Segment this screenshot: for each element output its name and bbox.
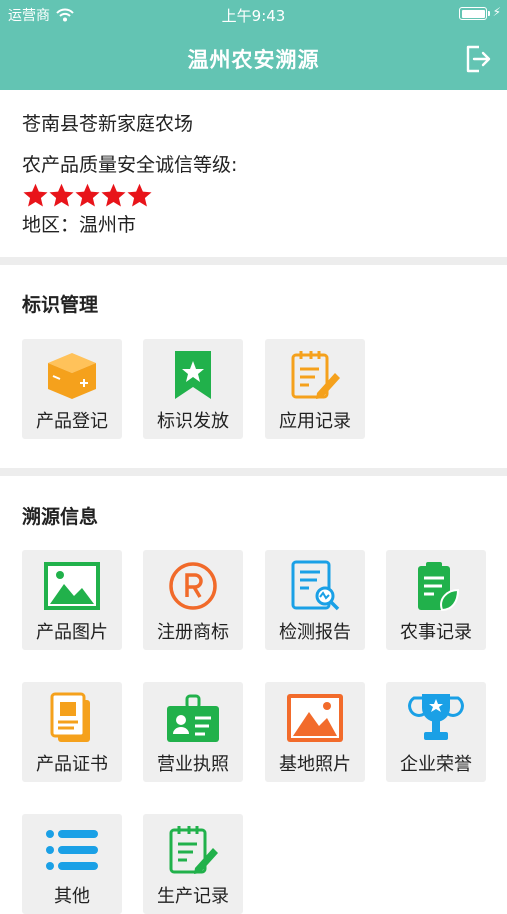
tile-label: 基地照片 [279, 754, 351, 775]
photo-icon [287, 694, 343, 742]
tile-trademark[interactable]: 注册商标 [143, 550, 243, 650]
clipboard-pen-green-icon [169, 826, 218, 874]
report-search-icon [291, 560, 340, 611]
farm-info: 苍南县苍新家庭农场 农产品质量安全诚信等级: 地区：温州市 [22, 108, 492, 241]
tile-label: 企业荣誉 [400, 754, 472, 775]
tile-label: 其他 [54, 886, 90, 907]
star-icon [75, 183, 100, 207]
tile-label: 营业执照 [157, 754, 229, 775]
tile-mark-issue[interactable]: 标识发放 [143, 339, 243, 439]
tile-label: 产品登记 [36, 411, 108, 432]
tile-product-register[interactable]: 产品登记 [22, 339, 122, 439]
picture-icon [44, 562, 100, 610]
tile-product-picture[interactable]: 产品图片 [22, 550, 122, 650]
tile-label: 注册商标 [157, 622, 229, 643]
tile-label: 应用记录 [279, 411, 351, 432]
clipboard-leaf-icon [418, 562, 460, 612]
tile-usage-record[interactable]: 应用记录 [265, 339, 365, 439]
section-divider [0, 257, 507, 265]
section-title-mark-mgmt: 标识管理 [22, 294, 99, 316]
star-icon [127, 183, 152, 207]
tile-label: 产品证书 [36, 754, 108, 775]
header-bar: 运营商 上午9:43 ⚡ 温州农安溯源 [0, 0, 507, 90]
tile-business-license[interactable]: 营业执照 [143, 682, 243, 782]
tile-other[interactable]: 其他 [22, 814, 122, 914]
status-time: 上午9:43 [221, 7, 286, 25]
tile-test-report[interactable]: 检测报告 [265, 550, 365, 650]
grade-label: 农产品质量安全诚信等级: [22, 154, 238, 176]
tile-label: 产品图片 [36, 622, 108, 643]
clipboard-pen-icon [291, 351, 340, 399]
section-divider [0, 468, 507, 476]
box-icon [48, 353, 96, 399]
rating-stars [22, 181, 492, 209]
tile-product-cert[interactable]: 产品证书 [22, 682, 122, 782]
star-icon [49, 183, 74, 207]
tile-label: 检测报告 [279, 622, 351, 643]
star-icon [23, 183, 48, 207]
farm-region: 地区：温州市 [22, 214, 137, 236]
charging-icon: ⚡ [492, 5, 501, 19]
page-title: 温州农安溯源 [187, 48, 320, 72]
tile-farm-record[interactable]: 农事记录 [386, 550, 486, 650]
bookmark-star-icon [175, 351, 211, 399]
tile-label: 标识发放 [157, 411, 229, 432]
logout-icon[interactable] [463, 44, 493, 74]
registered-icon [169, 562, 217, 610]
tile-label: 生产记录 [157, 886, 229, 907]
tile-honor[interactable]: 企业荣誉 [386, 682, 486, 782]
battery-icon [459, 7, 490, 20]
certificate-icon [50, 692, 90, 742]
trophy-icon [408, 694, 464, 740]
farm-name: 苍南县苍新家庭农场 [22, 113, 194, 135]
section-title-trace-info: 溯源信息 [22, 506, 99, 528]
tile-base-photo[interactable]: 基地照片 [265, 682, 365, 782]
star-icon [101, 183, 126, 207]
list-icon [46, 830, 98, 870]
tile-label: 农事记录 [400, 622, 472, 643]
license-card-icon [167, 694, 219, 742]
status-bar: 运营商 上午9:43 ⚡ [0, 0, 507, 28]
tile-production-record[interactable]: 生产记录 [143, 814, 243, 914]
